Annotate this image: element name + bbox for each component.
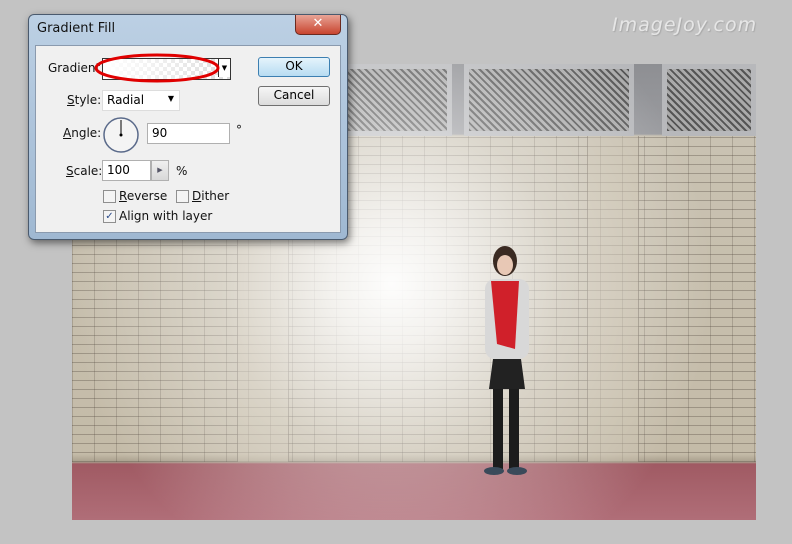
angle-input[interactable]: 90: [147, 123, 230, 144]
reverse-label: Reverse: [119, 189, 168, 203]
style-label: Style:: [67, 93, 102, 107]
scale-input[interactable]: 100: [102, 160, 151, 181]
watermark: ImageJoy.com: [612, 14, 758, 36]
highlight-ellipse: [94, 53, 220, 83]
close-x-icon[interactable]: ✕: [295, 15, 341, 35]
align-with-layer-label: Align with layer: [119, 209, 213, 223]
scale-label: Scale:: [66, 164, 103, 178]
angle-dial[interactable]: [102, 116, 140, 154]
ok-button[interactable]: OK: [258, 57, 330, 77]
dither-checkbox[interactable]: [176, 190, 189, 203]
gradient-fill-dialog: Gradient Fill ✕ Gradient ▼ OK Cancel Sty…: [28, 14, 348, 240]
scale-slider-arrow-icon[interactable]: ▶: [151, 160, 169, 181]
dialog-body: Gradient ▼ OK Cancel Style: Radial ▼ Angl…: [35, 45, 341, 233]
angle-label: Angle:: [63, 126, 102, 140]
style-value: Radial: [107, 93, 145, 107]
dialog-title: Gradient Fill: [37, 21, 116, 36]
person: [484, 246, 529, 475]
degree-unit: °: [236, 123, 242, 137]
dither-label: Dither: [192, 189, 230, 203]
chevron-down-icon: ▼: [167, 94, 174, 103]
style-select[interactable]: Radial ▼: [102, 90, 180, 111]
percent-unit: %: [176, 164, 188, 178]
reverse-checkbox[interactable]: [103, 190, 116, 203]
align-with-layer-checkbox[interactable]: ✓: [103, 210, 116, 223]
cancel-button[interactable]: Cancel: [258, 86, 330, 106]
